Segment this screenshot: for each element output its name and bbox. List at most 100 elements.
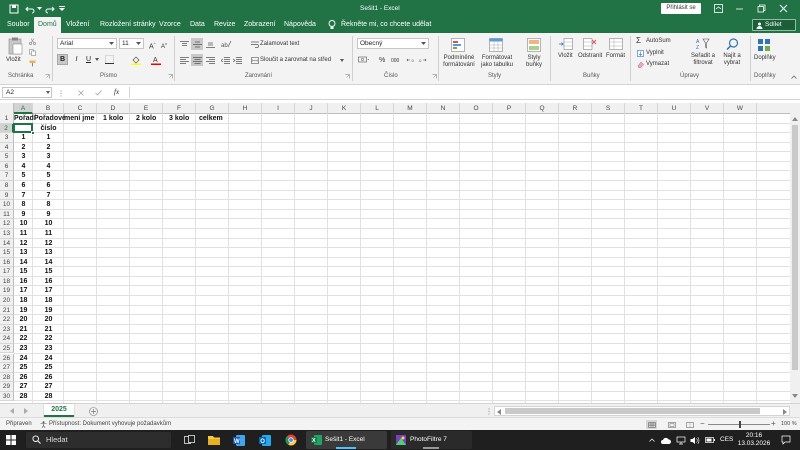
bold-button[interactable]: B	[57, 54, 68, 65]
row-header-5[interactable]: 5	[0, 152, 14, 162]
column-header-f[interactable]: F	[163, 103, 196, 114]
fill-handle[interactable]	[31, 131, 35, 136]
column-header-p[interactable]: P	[493, 103, 526, 114]
cell-a27[interactable]: 25	[14, 363, 33, 373]
insert-cells-icon[interactable]	[558, 37, 574, 51]
cell-a7[interactable]: 5	[14, 171, 33, 181]
cell-a4[interactable]: 2	[14, 143, 33, 153]
row-header-20[interactable]: 20	[0, 296, 14, 306]
row-header-8[interactable]: 8	[0, 181, 14, 191]
cell-styles-icon[interactable]	[526, 37, 542, 53]
cell-a28[interactable]: 26	[14, 373, 33, 383]
cell-a30[interactable]: 28	[14, 392, 33, 402]
cell-b9[interactable]: 7	[33, 191, 64, 201]
column-header-c[interactable]: C	[64, 103, 97, 114]
tray-overflow-icon[interactable]	[648, 436, 656, 444]
accessibility-status[interactable]: Přístupnost: Dokument vyhovuje požadavků…	[49, 418, 171, 430]
number-launcher-icon[interactable]	[431, 73, 437, 79]
cell-b22[interactable]: 20	[33, 315, 64, 325]
delete-cells-button[interactable]: Odstranit	[578, 53, 602, 60]
clear-button[interactable]: Vymazat	[646, 61, 669, 68]
tab-page-layout[interactable]: Rozložení stránky	[96, 17, 160, 33]
zoom-level[interactable]: 100 %	[781, 418, 797, 430]
tab-insert[interactable]: Vložení	[62, 17, 93, 33]
add-sheet-icon[interactable]	[88, 406, 98, 416]
zoom-in-button[interactable]: +	[771, 418, 776, 430]
format-as-table-icon[interactable]	[488, 37, 504, 53]
cell-a14[interactable]: 12	[14, 239, 33, 249]
task-view-icon[interactable]	[183, 434, 195, 446]
orientation-icon[interactable]: ab	[220, 39, 232, 49]
row-header-15[interactable]: 15	[0, 248, 14, 258]
cell-b7[interactable]: 5	[33, 171, 64, 181]
addins-icon[interactable]	[756, 37, 772, 53]
align-center-icon[interactable]	[191, 54, 203, 66]
tab-help[interactable]: Nápověda	[280, 17, 320, 33]
tell-me-search[interactable]: Řekněte mi, co chcete udělat	[337, 17, 435, 33]
wrap-text-icon[interactable]	[250, 39, 259, 49]
cancel-entry-icon[interactable]	[77, 89, 85, 97]
row-header-14[interactable]: 14	[0, 238, 14, 249]
horizontal-scrollbar[interactable]	[494, 406, 790, 416]
page-layout-view-icon[interactable]	[666, 420, 677, 429]
column-header-v[interactable]: V	[691, 103, 724, 114]
column-header-s[interactable]: S	[592, 103, 625, 114]
sign-in-button[interactable]: Přihlásit se	[661, 3, 701, 14]
clear-icon[interactable]	[636, 60, 644, 68]
decrease-font-size-button[interactable]: Av	[161, 40, 167, 51]
row-header-19[interactable]: 19	[0, 286, 14, 297]
onedrive-icon[interactable]	[661, 435, 671, 445]
row-header-1[interactable]: 1	[0, 114, 14, 124]
ribbon-display-options-icon[interactable]	[713, 3, 724, 14]
format-painter-icon[interactable]	[28, 59, 36, 67]
taskbar-excel-button[interactable]: X Sešit1 - Excel	[306, 431, 387, 449]
column-header-e[interactable]: E	[130, 103, 163, 114]
share-button[interactable]: Sdílet	[752, 19, 796, 31]
column-header-o[interactable]: O	[460, 103, 493, 114]
row-header-21[interactable]: 21	[0, 305, 14, 316]
save-icon[interactable]	[8, 3, 19, 14]
restore-icon[interactable]	[756, 3, 767, 14]
redo-icon[interactable]	[44, 3, 55, 14]
row-header-30[interactable]: 30	[0, 391, 14, 402]
undo-icon[interactable]	[24, 3, 35, 14]
prev-sheet-icon[interactable]	[8, 407, 15, 414]
column-header-u[interactable]: U	[658, 103, 691, 114]
align-middle-icon[interactable]	[191, 38, 203, 50]
fill-button[interactable]: Vyplnit	[646, 50, 664, 57]
find-select-icon[interactable]	[724, 37, 740, 51]
formula-input[interactable]	[129, 87, 797, 98]
row-header-7[interactable]: 7	[0, 171, 14, 182]
row-header-3[interactable]: 3	[0, 133, 14, 143]
cell-a5[interactable]: 3	[14, 152, 33, 162]
cell-b27[interactable]: 25	[33, 363, 64, 373]
cell-b20[interactable]: 18	[33, 296, 64, 306]
decrease-decimal-icon[interactable]: .0	[417, 55, 427, 65]
row-header-28[interactable]: 28	[0, 372, 14, 383]
row-header-26[interactable]: 26	[0, 353, 14, 364]
format-cells-icon[interactable]	[608, 37, 624, 51]
cell-a15[interactable]: 13	[14, 248, 33, 258]
column-header-i[interactable]: I	[262, 103, 295, 114]
chrome-icon[interactable]	[284, 434, 297, 446]
cell-a16[interactable]: 14	[14, 258, 33, 268]
row-header-2[interactable]: 2	[0, 123, 14, 134]
row-header-6[interactable]: 6	[0, 161, 14, 172]
paste-icon[interactable]	[6, 36, 24, 56]
fill-icon[interactable]	[636, 49, 644, 57]
row-header-18[interactable]: 18	[0, 276, 14, 287]
battery-icon[interactable]	[705, 435, 715, 445]
cell-a21[interactable]: 19	[14, 306, 33, 316]
cell-a12[interactable]: 10	[14, 219, 33, 229]
row-header-29[interactable]: 29	[0, 382, 14, 392]
scroll-down-icon[interactable]	[791, 392, 799, 400]
cell-b13[interactable]: 11	[33, 229, 64, 239]
increase-decimal-icon[interactable]: .0	[405, 55, 415, 65]
cell-b29[interactable]: 27	[33, 382, 64, 392]
column-header-b[interactable]: B	[33, 103, 64, 114]
autosum-icon[interactable]: Σ	[636, 37, 641, 45]
cell-b1[interactable]: Pořadové	[33, 114, 66, 124]
cell-b15[interactable]: 13	[33, 248, 64, 258]
column-header-g[interactable]: G	[196, 103, 229, 114]
network-icon[interactable]	[676, 435, 686, 445]
